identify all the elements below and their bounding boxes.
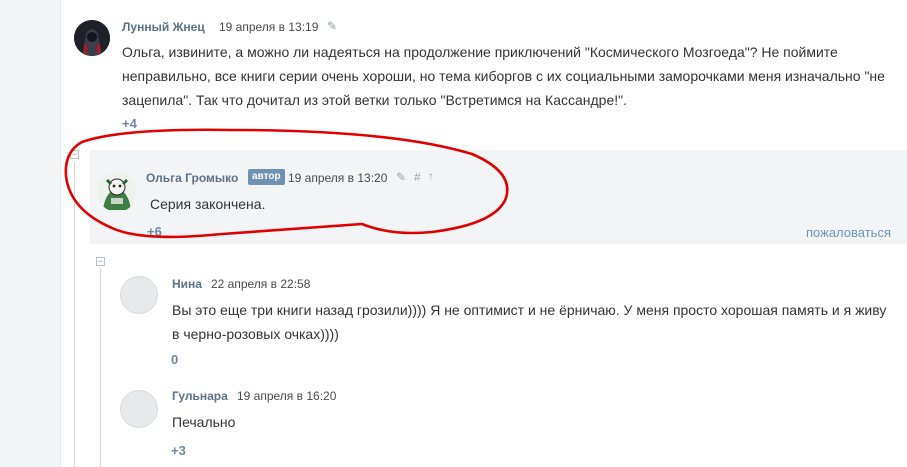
avatar[interactable] (120, 390, 158, 428)
comment-text: Вы это еще три книги назад грозили)))) Я… (172, 298, 892, 346)
comment-author[interactable]: Нина (172, 277, 202, 291)
comment-rating[interactable]: +3 (171, 443, 186, 458)
red-hand-drawn-circle (64, 128, 509, 239)
dark-hooded-figure-avatar-icon (74, 20, 110, 56)
comment-author[interactable]: Лунный Жнец (122, 20, 205, 34)
edit-icon[interactable]: ✎ (327, 19, 337, 33)
comment-text: Печально (172, 414, 236, 430)
report-link[interactable]: пожаловаться (806, 225, 891, 240)
comment-text-line: Ольга, извините, а можно ли надеяться на… (122, 44, 838, 60)
comment-text: Ольга, извините, а можно ли надеяться на… (122, 40, 902, 112)
comment-date[interactable]: 19 апреля в 13:19 (219, 20, 318, 34)
avatar[interactable] (74, 20, 110, 56)
comment-date[interactable]: 22 апреля в 22:58 (211, 277, 310, 291)
left-sidebar-strip (0, 0, 61, 467)
comment-author[interactable]: Гульнара (172, 389, 228, 403)
comment-date[interactable]: 19 апреля в 16:20 (237, 389, 336, 403)
comment-text-line: неправильно, все книги серии очень хорош… (122, 68, 885, 84)
comment-rating[interactable]: 0 (171, 352, 178, 367)
avatar[interactable] (120, 276, 158, 314)
comment-text-line: в черно-розовых очках)))) (172, 326, 339, 342)
comment-text-line: зацепила". Так что дочитал из этой ветки… (122, 92, 627, 108)
thread-line (100, 268, 101, 467)
collapse-thread-icon[interactable]: − (96, 257, 105, 266)
comment-text-line: Вы это еще три книги назад грозили)))) Я… (172, 302, 887, 318)
